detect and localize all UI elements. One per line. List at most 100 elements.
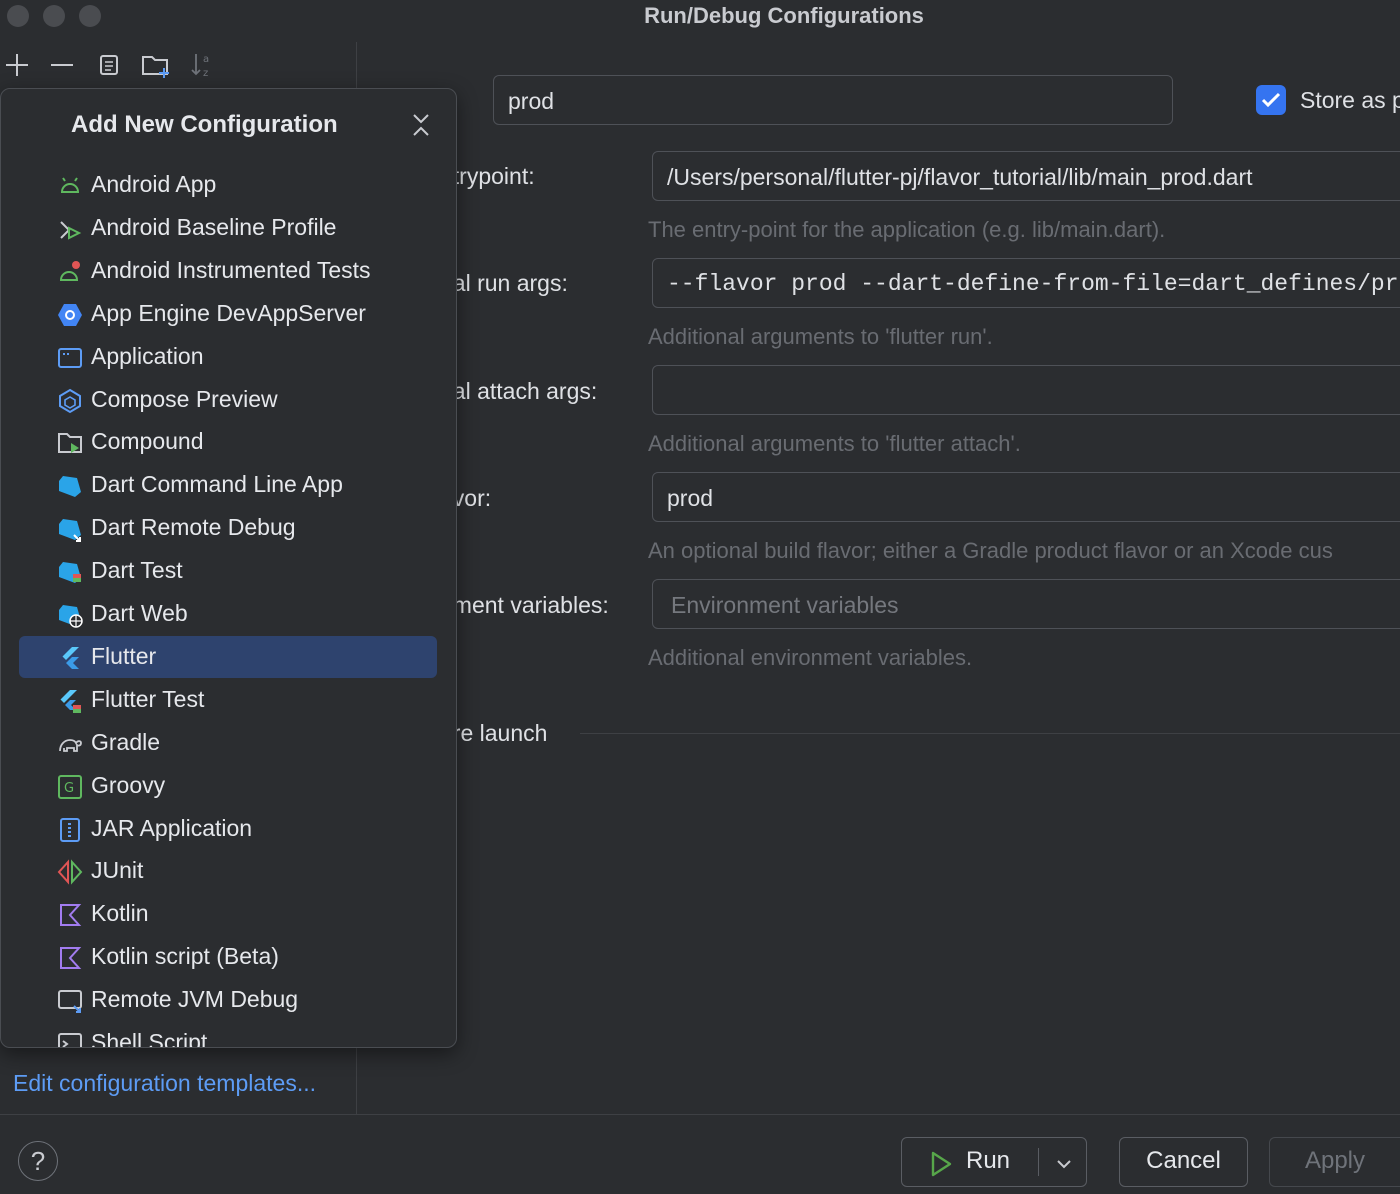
config-type-item[interactable]: Remote JVM Debug bbox=[19, 979, 437, 1021]
new-folder-icon[interactable] bbox=[139, 48, 173, 82]
config-type-label: Shell Script bbox=[91, 1029, 208, 1048]
config-type-item[interactable]: JUnit bbox=[19, 850, 437, 892]
copy-icon[interactable] bbox=[92, 48, 126, 82]
env-field[interactable]: Environment variables bbox=[652, 579, 1400, 629]
config-type-label: Dart Test bbox=[91, 557, 183, 584]
config-type-label: Kotlin bbox=[91, 900, 149, 927]
flavor-field[interactable]: prod bbox=[652, 472, 1400, 522]
chevron-down-icon[interactable] bbox=[1052, 1148, 1076, 1176]
config-type-label: Android Instrumented Tests bbox=[91, 256, 371, 283]
cancel-button[interactable]: Cancel bbox=[1119, 1137, 1248, 1187]
run-label: Run bbox=[966, 1147, 1011, 1174]
flutter-icon bbox=[57, 645, 83, 671]
remove-icon[interactable] bbox=[45, 48, 79, 82]
env-label: nment variables: bbox=[440, 592, 609, 618]
config-type-item[interactable]: G Groovy bbox=[19, 765, 437, 807]
config-type-item[interactable]: Application bbox=[19, 336, 437, 378]
sort-icon[interactable]: az bbox=[186, 48, 220, 82]
apply-button[interactable]: Apply bbox=[1269, 1137, 1400, 1187]
config-type-item[interactable]: App Engine DevAppServer bbox=[19, 293, 437, 335]
config-type-item[interactable]: Kotlin script (Beta) bbox=[19, 936, 437, 978]
compound-icon bbox=[57, 430, 83, 456]
dart-icon bbox=[57, 473, 83, 499]
config-type-item[interactable]: Android Baseline Profile bbox=[19, 207, 437, 249]
config-type-label: Gradle bbox=[91, 728, 161, 755]
config-type-item[interactable]: Android Instrumented Tests bbox=[19, 250, 437, 292]
config-type-label: Remote JVM Debug bbox=[91, 986, 299, 1013]
config-type-label: Kotlin script (Beta) bbox=[91, 943, 279, 970]
config-type-item[interactable]: Shell Script bbox=[19, 1022, 437, 1048]
attach-args-field[interactable] bbox=[652, 365, 1400, 415]
svg-text:a: a bbox=[203, 54, 209, 65]
kotlin-script-icon bbox=[57, 945, 83, 971]
config-type-item[interactable]: JAR Application bbox=[19, 808, 437, 850]
add-new-configuration-popup: Add New Configuration Android App Android… bbox=[0, 88, 457, 1048]
popup-title: Add New Configuration bbox=[71, 111, 338, 138]
config-type-label: Dart Remote Debug bbox=[91, 514, 296, 541]
compose-preview-icon bbox=[57, 388, 83, 414]
jar-icon bbox=[57, 817, 83, 843]
flavor-hint: An optional build flavor; either a Gradl… bbox=[648, 538, 1333, 563]
flutter-test-icon bbox=[57, 688, 83, 714]
config-type-item[interactable]: Dart Command Line App bbox=[19, 464, 437, 506]
config-type-label: Dart Command Line App bbox=[91, 471, 343, 498]
config-type-item[interactable]: Flutter Test bbox=[19, 679, 437, 721]
attach-args-hint: Additional arguments to 'flutter attach'… bbox=[648, 431, 1021, 456]
window-title: Run/Debug Configurations bbox=[644, 3, 924, 28]
android-icon bbox=[57, 173, 83, 199]
config-type-label: Android Baseline Profile bbox=[91, 213, 337, 240]
config-type-label: Android App bbox=[91, 171, 217, 197]
config-type-label: JUnit bbox=[91, 857, 144, 884]
config-type-item[interactable]: Compose Preview bbox=[19, 379, 437, 421]
config-type-label: Compound bbox=[91, 428, 204, 455]
config-type-label: JAR Application bbox=[91, 814, 253, 841]
svg-text:G: G bbox=[64, 781, 74, 796]
dart-test-icon bbox=[57, 559, 83, 585]
config-type-item[interactable]: Dart Web bbox=[19, 593, 437, 635]
config-type-label: Flutter bbox=[91, 642, 157, 669]
dart-web-icon bbox=[57, 602, 83, 628]
config-type-item[interactable]: Flutter bbox=[19, 635, 437, 678]
config-type-label: Application bbox=[91, 342, 204, 369]
remote-jvm-debug-icon bbox=[57, 988, 83, 1014]
edit-templates-link[interactable]: Edit configuration templates... bbox=[13, 1070, 316, 1097]
run-split-divider bbox=[1038, 1148, 1039, 1176]
store-as-checkbox[interactable] bbox=[1256, 85, 1286, 115]
run-icon bbox=[928, 1148, 954, 1177]
dart-remote-debug-icon bbox=[57, 516, 83, 543]
shell-script-icon bbox=[57, 1031, 83, 1047]
run-args-field[interactable]: --flavor prod --dart-define-from-file=da… bbox=[652, 258, 1400, 308]
android-baseline-profile-icon bbox=[57, 216, 83, 242]
app-engine-icon bbox=[57, 302, 83, 328]
help-button[interactable]: ? bbox=[18, 1141, 58, 1181]
config-type-item[interactable]: Compound bbox=[19, 421, 437, 463]
run-button[interactable]: Run bbox=[901, 1137, 1087, 1187]
gradle-icon bbox=[57, 731, 83, 757]
config-type-label: Dart Web bbox=[91, 600, 188, 626]
run-args-label: nal run args: bbox=[440, 270, 568, 296]
config-type-label: Flutter Test bbox=[91, 685, 205, 712]
run-args-hint: Additional arguments to 'flutter run'. bbox=[648, 324, 993, 349]
config-type-item[interactable]: Android App bbox=[19, 164, 437, 206]
env-hint: Additional environment variables. bbox=[648, 645, 973, 670]
config-type-label: Compose Preview bbox=[91, 385, 278, 412]
svg-text:z: z bbox=[203, 68, 208, 79]
entrypoint-field[interactable]: /Users/personal/flutter-pj/flavor_tutori… bbox=[652, 151, 1400, 201]
config-type-item[interactable]: Dart Test bbox=[19, 550, 437, 592]
config-type-label: App Engine DevAppServer bbox=[91, 299, 366, 326]
config-type-item[interactable]: Kotlin bbox=[19, 893, 437, 935]
collapse-icon[interactable] bbox=[409, 111, 433, 139]
junit-icon bbox=[57, 859, 83, 885]
name-field[interactable]: prod bbox=[493, 75, 1173, 125]
config-type-item[interactable]: Dart Remote Debug bbox=[19, 507, 437, 549]
config-type-item[interactable]: Gradle bbox=[19, 722, 437, 764]
checkmark-icon bbox=[1261, 92, 1281, 108]
android-tests-icon bbox=[57, 259, 83, 285]
before-launch-separator bbox=[580, 733, 1400, 734]
groovy-icon: G bbox=[57, 774, 83, 800]
application-icon bbox=[57, 345, 83, 371]
add-icon[interactable] bbox=[0, 48, 34, 82]
footer-divider bbox=[0, 1114, 1400, 1115]
kotlin-icon bbox=[57, 902, 83, 928]
title-bar: Run/Debug Configurations bbox=[0, 0, 1400, 34]
